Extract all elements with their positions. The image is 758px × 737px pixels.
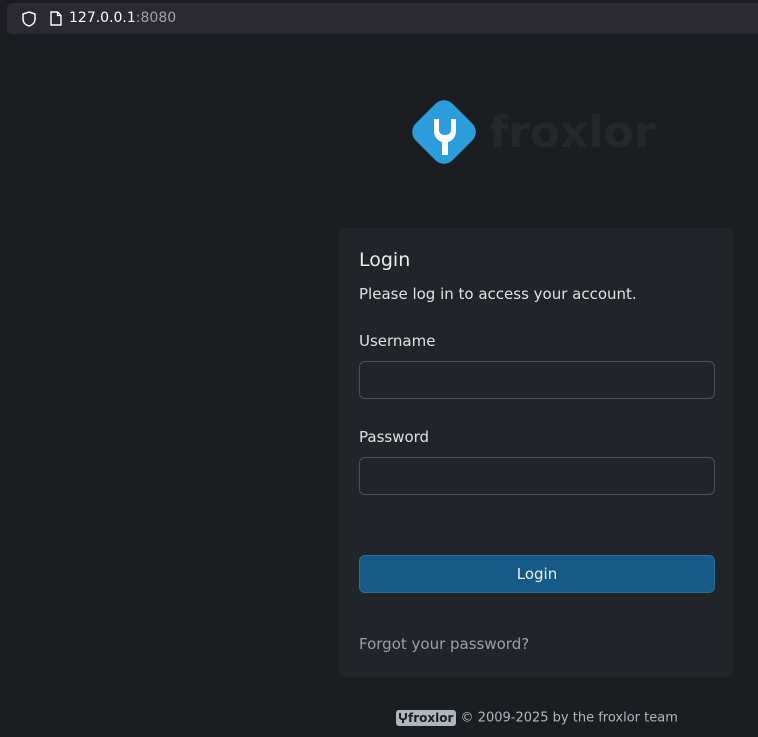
login-title: Login: [359, 249, 411, 271]
svg-text:froxlor: froxlor: [489, 107, 656, 158]
team-link[interactable]: the froxlor team: [573, 711, 678, 726]
footer: froxlor © 2009-2025 by the froxlor team: [396, 710, 678, 726]
page-content: froxlor Login Please log in to access yo…: [0, 38, 758, 737]
froxlor-logo: froxlor: [412, 100, 656, 164]
froxlor-badge: froxlor: [396, 710, 457, 726]
url-text[interactable]: 127.0.0.1:8080: [69, 10, 176, 26]
login-button[interactable]: Login: [359, 555, 715, 593]
wrench-icon: [399, 713, 407, 723]
forgot-password-link[interactable]: Forgot your password?: [359, 635, 529, 653]
username-label: Username: [359, 332, 436, 350]
copyright-text: © 2009-2025 by: [460, 710, 569, 726]
shield-icon[interactable]: [22, 11, 36, 27]
login-subtitle: Please log in to access your account.: [359, 285, 637, 303]
login-card: Login Please log in to access your accou…: [338, 228, 734, 677]
username-input[interactable]: [359, 361, 715, 399]
password-label: Password: [359, 428, 430, 446]
page-icon: [50, 11, 62, 26]
browser-toolbar: 127.0.0.1:8080: [0, 0, 758, 38]
address-bar[interactable]: 127.0.0.1:8080: [7, 3, 758, 34]
password-input[interactable]: [359, 457, 715, 495]
